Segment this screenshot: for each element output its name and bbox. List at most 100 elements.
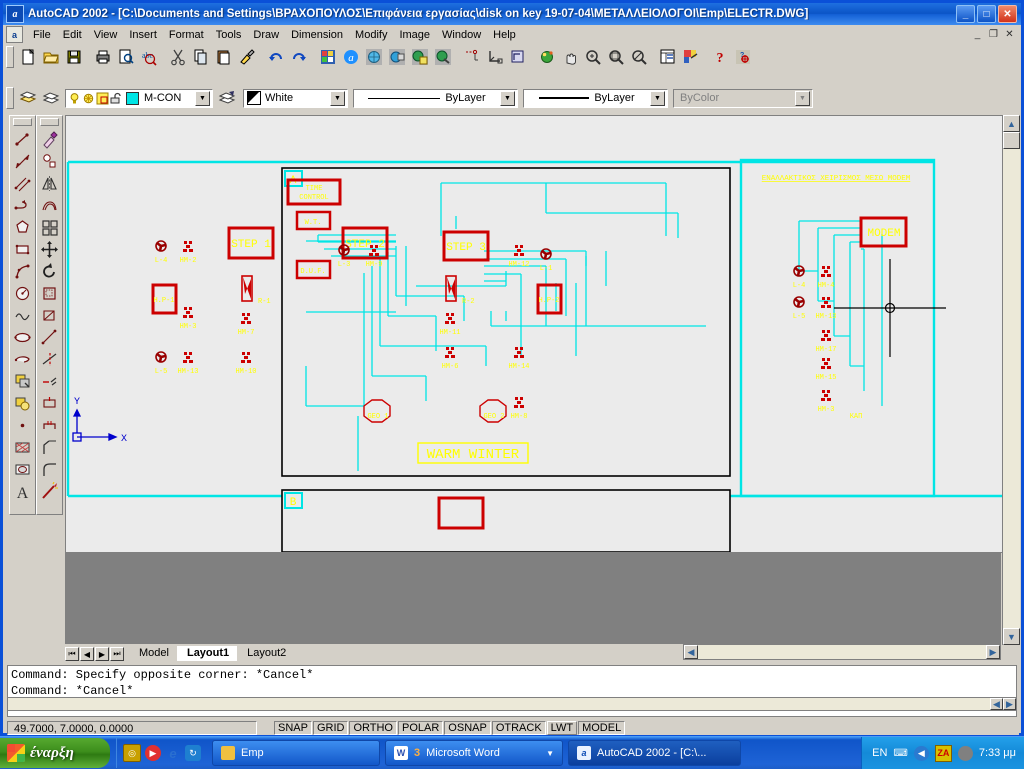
menu-tools[interactable]: Tools: [210, 27, 248, 43]
redo-icon[interactable]: [287, 46, 310, 68]
start-button[interactable]: έναρξη: [0, 738, 110, 768]
fillet-icon[interactable]: [38, 458, 61, 480]
menu-edit[interactable]: Edit: [57, 27, 88, 43]
internet-explorer-icon[interactable]: e: [165, 745, 181, 761]
line-icon[interactable]: [11, 128, 34, 150]
coordinates-display[interactable]: 49.7000, 7.0000, 0.0000: [7, 721, 257, 735]
tab-last-button[interactable]: ⏭: [110, 647, 124, 661]
network-icon[interactable]: [957, 745, 973, 761]
match-properties-icon[interactable]: [235, 46, 258, 68]
named-ucs-icon[interactable]: [506, 46, 529, 68]
tray-language[interactable]: EN: [872, 747, 887, 759]
circle-icon[interactable]: [11, 282, 34, 304]
construction-line-icon[interactable]: [11, 150, 34, 172]
status-lwt[interactable]: LWT: [546, 721, 578, 735]
drawing-svg[interactable]: A TIME CONTROL W.T. STEP 1 STEP 2 STEP 3…: [66, 116, 1002, 552]
polygon-icon[interactable]: [11, 216, 34, 238]
status-osnap[interactable]: OSNAP: [444, 721, 491, 735]
realplayer-icon[interactable]: ▶: [145, 745, 161, 761]
ellipse-icon[interactable]: [11, 326, 34, 348]
menu-view[interactable]: View: [88, 27, 124, 43]
status-snap[interactable]: SNAP: [274, 721, 312, 735]
pan-realtime-icon[interactable]: [558, 46, 581, 68]
zoom-window-icon[interactable]: [604, 46, 627, 68]
multiline-text-icon[interactable]: A: [11, 480, 34, 502]
status-polar[interactable]: POLAR: [398, 721, 444, 735]
explode-icon[interactable]: [38, 480, 61, 502]
menu-dimension[interactable]: Dimension: [285, 27, 349, 43]
canvas-vertical-scrollbar[interactable]: ▲ ▼: [1002, 115, 1020, 645]
ellipse-arc-icon[interactable]: [11, 348, 34, 370]
trim-icon[interactable]: [38, 348, 61, 370]
undo-icon[interactable]: [264, 46, 287, 68]
menu-draw[interactable]: Draw: [247, 27, 285, 43]
cut-icon[interactable]: [166, 46, 189, 68]
rotate-icon[interactable]: [38, 260, 61, 282]
save-icon[interactable]: [62, 46, 85, 68]
drawing-canvas[interactable]: A TIME CONTROL W.T. STEP 1 STEP 2 STEP 3…: [65, 115, 1003, 553]
rectangle-icon[interactable]: [11, 238, 34, 260]
tab-model[interactable]: Model: [129, 646, 177, 661]
polyline-icon[interactable]: [11, 194, 34, 216]
distance-icon[interactable]: [460, 46, 483, 68]
document-icon[interactable]: a: [6, 26, 23, 43]
tab-layout1[interactable]: Layout1: [176, 646, 238, 661]
refresh-icon[interactable]: ↻: [185, 745, 201, 761]
scroll-down-button[interactable]: ▼: [1003, 628, 1020, 645]
keyboard-layout-icon[interactable]: ⌨: [893, 748, 907, 759]
publish-to-web-icon[interactable]: [408, 46, 431, 68]
tab-next-button[interactable]: ▶: [95, 647, 109, 661]
edraw-icon[interactable]: [431, 46, 454, 68]
canvas-horizontal-scrollbar[interactable]: ◀ ▶: [683, 644, 1001, 660]
print-icon[interactable]: [91, 46, 114, 68]
mirror-icon[interactable]: [38, 172, 61, 194]
color-combo[interactable]: White ▼: [243, 88, 348, 108]
status-model[interactable]: MODEL: [578, 721, 626, 735]
point-icon[interactable]: [11, 414, 34, 436]
spline-icon[interactable]: [11, 304, 34, 326]
meet-now-icon[interactable]: [385, 46, 408, 68]
menu-insert[interactable]: Insert: [123, 27, 163, 43]
command-scroll-left-button[interactable]: ◀: [990, 698, 1003, 710]
tab-prev-button[interactable]: ◀: [80, 647, 94, 661]
move-icon[interactable]: [38, 238, 61, 260]
break-icon[interactable]: [38, 414, 61, 436]
tool-palette-icon[interactable]: ?: [731, 46, 754, 68]
layer-previous-icon[interactable]: [216, 87, 239, 109]
render-icon[interactable]: [535, 46, 558, 68]
tray-clock[interactable]: 7:33 μμ: [979, 747, 1016, 759]
insert-hyperlink-icon[interactable]: [316, 46, 339, 68]
vertical-scroll-thumb[interactable]: [1003, 132, 1020, 149]
linetype-combo[interactable]: ByLayer ▼: [353, 88, 518, 108]
today-icon[interactable]: a: [339, 46, 362, 68]
layer-dropdown-arrow[interactable]: ▼: [195, 90, 210, 106]
volume-icon[interactable]: ◀: [913, 745, 929, 761]
scroll-right-button[interactable]: ▶: [986, 645, 1000, 659]
lengthen-icon[interactable]: [38, 326, 61, 348]
properties-icon[interactable]: [656, 46, 679, 68]
break-at-point-icon[interactable]: [38, 392, 61, 414]
offset-icon[interactable]: [38, 194, 61, 216]
lineweight-dropdown-arrow[interactable]: ▼: [650, 90, 665, 106]
copy-icon[interactable]: [189, 46, 212, 68]
design-center-icon[interactable]: [679, 46, 702, 68]
layer-properties-manager-icon[interactable]: [39, 87, 62, 109]
tab-first-button[interactable]: ⏮: [65, 647, 79, 661]
scroll-left-button[interactable]: ◀: [684, 645, 698, 659]
menu-image[interactable]: Image: [393, 27, 436, 43]
chamfer-icon[interactable]: [38, 436, 61, 458]
autodesk-point-a-icon[interactable]: [362, 46, 385, 68]
taskbar-group-arrow-icon[interactable]: ▼: [546, 749, 554, 758]
linetype-dropdown-arrow[interactable]: ▼: [500, 90, 515, 106]
lineweight-combo[interactable]: ByLayer ▼: [523, 88, 668, 108]
mdi-restore-button[interactable]: ❐: [986, 28, 1001, 42]
ucs-icon[interactable]: [483, 46, 506, 68]
print-preview-icon[interactable]: [114, 46, 137, 68]
mdi-close-button[interactable]: ✕: [1002, 28, 1017, 42]
stretch-icon[interactable]: [38, 304, 61, 326]
draw-toolbar-grip[interactable]: [13, 118, 32, 126]
command-window-scrollbar[interactable]: ◀ ▶: [7, 697, 1017, 711]
media-player-icon[interactable]: ◎: [123, 744, 141, 762]
scale-icon[interactable]: [38, 282, 61, 304]
mdi-minimize-button[interactable]: _: [970, 28, 985, 42]
